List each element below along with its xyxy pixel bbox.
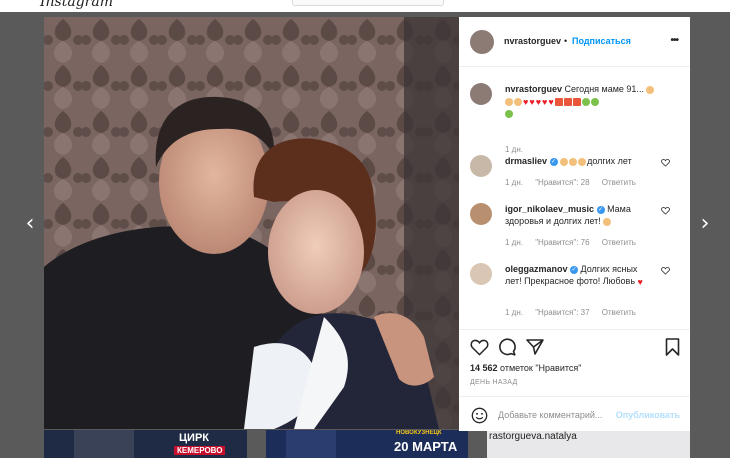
comments-list: nvrastorguev Сегодня маме 91... ♥♥♥♥♥ 1 …: [459, 67, 690, 329]
tree-emoji-icon: [505, 109, 513, 118]
follow-button[interactable]: Подписаться: [572, 36, 631, 46]
post-details-panel: nvrastorguev • Подписаться ••• nvrastorg…: [459, 17, 690, 431]
likes-suffix: отметок "Нравится": [500, 363, 582, 373]
comment-item: oleggazmanov ✓ Долгих ясных лет! Прекрас…: [470, 263, 680, 321]
comment-likes[interactable]: "Нравится": 37: [535, 308, 589, 317]
comment-like-heart-icon[interactable]: [661, 206, 670, 215]
flower-emoji-icon: [554, 97, 563, 106]
thumb-subtitle: КЕМЕРОВО: [174, 446, 226, 455]
thumb-title: ЦИРК: [179, 432, 209, 444]
likes-number: 14 562: [470, 363, 498, 373]
thumb-caption: НОВОКУЗНЕЦК: [396, 430, 442, 436]
hand-emoji-icon: [505, 97, 513, 106]
commenter-username[interactable]: oleggazmanov: [505, 264, 568, 274]
comment-bubble-icon[interactable]: [498, 338, 516, 356]
next-post-arrow-icon[interactable]: ›: [697, 212, 713, 236]
heart-emoji-icon: ♥: [542, 96, 548, 107]
author-avatar[interactable]: [470, 30, 494, 54]
caption-text: nvrastorguev Сегодня маме 91... ♥♥♥♥♥: [505, 83, 670, 119]
comment-like-heart-icon[interactable]: [661, 266, 670, 275]
thumb-date: 20 МАРТА: [394, 439, 458, 454]
comment-item: drmasliev ✓ долгих лет 1 дн. "Нравится":…: [470, 155, 680, 189]
comment-body: долгих лет: [587, 156, 632, 166]
hug-emoji-icon: [603, 217, 612, 226]
caption-username[interactable]: nvrastorguev: [505, 84, 562, 94]
verified-badge-icon: ✓: [570, 265, 579, 274]
comment-text: oleggazmanov ✓ Долгих ясных лет! Прекрас…: [505, 263, 655, 287]
clap-emoji-icon: [560, 157, 569, 166]
comment-meta: 1 дн. "Нравится": 76 Ответить: [505, 238, 646, 247]
likes-count[interactable]: 14 562 отметок "Нравится": [470, 363, 581, 373]
flower-emoji-icon: [563, 97, 572, 106]
comment-time: 1 дн.: [505, 178, 523, 187]
hand-emoji-icon: [514, 97, 522, 106]
tree-emoji-icon: [581, 97, 590, 106]
grid-thumb-circus[interactable]: ЦИРК КЕМЕРОВО: [44, 430, 247, 458]
grid-thumb-concert[interactable]: НОВОКУЗНЕЦК 20 МАРТА: [266, 430, 468, 458]
comment-item: igor_nikolaev_music ✓ Мама здоровья и до…: [470, 203, 680, 249]
heart-emoji-icon: ♥: [548, 96, 554, 107]
previous-post-arrow-icon[interactable]: ‹: [22, 212, 38, 236]
share-plane-icon[interactable]: [526, 338, 544, 356]
comment-time: 1 дн.: [505, 238, 523, 247]
add-comment-bar: Добавьте комментарий... Опубликовать: [459, 396, 690, 433]
post-photo[interactable]: [44, 17, 459, 429]
post-photo-image: [44, 17, 459, 429]
comment-input[interactable]: Добавьте комментарий...: [498, 410, 602, 420]
post-actions: 14 562 отметок "Нравится" ДЕНЬ НАЗАД Доб…: [459, 329, 690, 432]
author-avatar[interactable]: [470, 83, 492, 105]
comment-likes[interactable]: "Нравится": 76: [535, 238, 589, 247]
heart-emoji-icon: ♥: [637, 276, 643, 287]
commenter-avatar[interactable]: [470, 263, 492, 285]
reply-link[interactable]: Ответить: [602, 308, 636, 317]
tree-emoji-icon: [590, 97, 599, 106]
comment-like-heart-icon[interactable]: [661, 158, 670, 167]
save-bookmark-icon[interactable]: [665, 338, 680, 356]
comment-meta: 1 дн. "Нравится": 37 Ответить: [505, 308, 646, 317]
caption-time: 1 дн.: [505, 145, 523, 154]
grid-thumb-repost[interactable]: rastorgueva.natalya: [487, 430, 690, 458]
comment-time: 1 дн.: [505, 308, 523, 317]
header-separator: •: [564, 36, 568, 46]
page-top-bar: Instagram: [0, 0, 730, 12]
emoji-picker-icon[interactable]: [471, 407, 488, 424]
action-icons-row: [470, 338, 680, 358]
comment-meta: 1 дн. "Нравится": 28 Ответить: [505, 178, 646, 187]
hand-emoji-icon: [646, 85, 655, 94]
post-header: nvrastorguev • Подписаться •••: [459, 17, 690, 67]
comment-text: igor_nikolaev_music ✓ Мама здоровья и до…: [505, 203, 655, 227]
search-input[interactable]: [292, 0, 444, 6]
flower-emoji-icon: [572, 97, 581, 106]
publish-button[interactable]: Опубликовать: [616, 410, 680, 420]
verified-badge-icon: ✓: [596, 205, 605, 214]
profile-grid-strip: ЦИРК КЕМЕРОВО НОВОКУЗНЕЦК 20 МАРТА rasto…: [44, 430, 730, 458]
caption-body: Сегодня маме 91...: [564, 84, 644, 94]
caption-block: nvrastorguev Сегодня маме 91... ♥♥♥♥♥ 1 …: [470, 83, 680, 154]
commenter-avatar[interactable]: [470, 203, 492, 225]
commenter-avatar[interactable]: [470, 155, 492, 177]
reply-link[interactable]: Ответить: [602, 178, 636, 187]
more-options-icon[interactable]: •••: [670, 35, 678, 46]
author-username[interactable]: nvrastorguev: [504, 36, 561, 46]
verified-badge-icon: ✓: [549, 157, 558, 166]
comment-likes[interactable]: "Нравится": 28: [535, 178, 589, 187]
commenter-username[interactable]: igor_nikolaev_music: [505, 204, 594, 214]
clap-emoji-icon: [569, 157, 578, 166]
instagram-logo[interactable]: Instagram: [40, 0, 113, 10]
heart-emoji-icon: ♥: [529, 96, 535, 107]
commenter-username[interactable]: drmasliev: [505, 156, 547, 166]
heart-emoji-icon: ♥: [523, 96, 529, 107]
clap-emoji-icon: [578, 157, 587, 166]
reply-link[interactable]: Ответить: [602, 238, 636, 247]
post-time-ago: ДЕНЬ НАЗАД: [470, 379, 518, 386]
comment-text: drmasliev ✓ долгих лет: [505, 155, 655, 167]
like-heart-icon[interactable]: [470, 338, 489, 356]
heart-emoji-icon: ♥: [535, 96, 542, 107]
